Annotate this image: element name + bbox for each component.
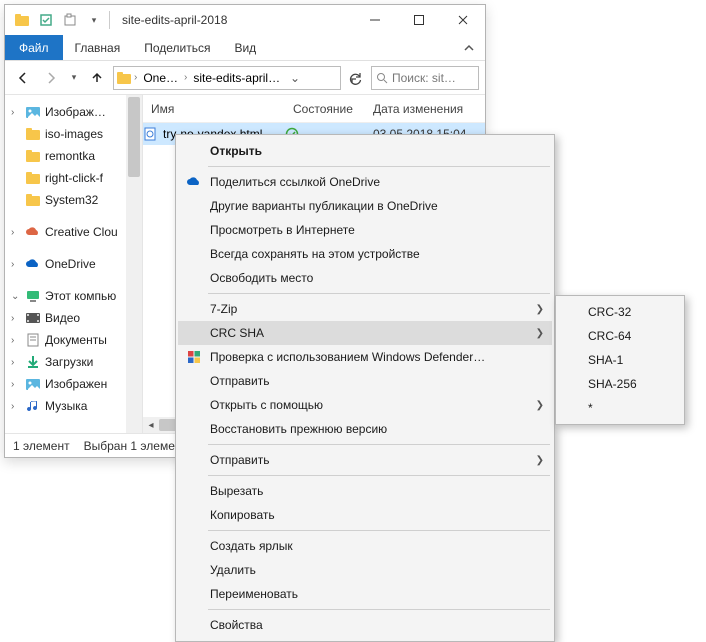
tree-item-pictures[interactable]: ›Изображен — [11, 373, 142, 395]
ctx-view-online[interactable]: Просмотреть в Интернете — [178, 218, 552, 242]
column-headers: Имя Состояние Дата изменения — [143, 95, 485, 123]
chevron-right-icon[interactable]: › — [134, 72, 137, 83]
col-date[interactable]: Дата изменения — [365, 102, 485, 116]
chevron-right-icon: ❯ — [536, 400, 544, 411]
close-button[interactable] — [441, 5, 485, 35]
chevron-right-icon: ❯ — [536, 455, 544, 466]
item-count: 1 элемент — [13, 439, 70, 453]
tree-item-downloads[interactable]: ›Загрузки — [11, 351, 142, 373]
back-button[interactable] — [11, 66, 35, 90]
address-dropdown-icon[interactable]: ⌄ — [286, 71, 304, 85]
ctx-share-onedrive[interactable]: Поделиться ссылкой OneDrive — [178, 170, 552, 194]
tab-view[interactable]: Вид — [222, 35, 268, 60]
address-box[interactable]: › One… › site-edits-april… ⌄ — [113, 66, 341, 90]
tree-item-onedrive[interactable]: ›OneDrive — [11, 253, 142, 275]
ctx-open-with[interactable]: Открыть с помощью❯ — [178, 393, 552, 417]
html-file-icon — [143, 127, 161, 141]
collapse-ribbon-icon[interactable] — [453, 35, 485, 60]
qat-dropdown-icon[interactable]: ▾ — [83, 9, 105, 31]
selection-info: Выбран 1 элемен — [84, 439, 182, 453]
submenu-crc32[interactable]: CRC-32 — [558, 300, 682, 324]
search-icon — [376, 72, 388, 84]
scroll-left-icon[interactable]: ◂ — [143, 420, 159, 431]
ctx-7zip[interactable]: 7-Zip❯ — [178, 297, 552, 321]
tree-item-pictures[interactable]: ›Изображ… — [11, 101, 142, 123]
ctx-more-onedrive[interactable]: Другие варианты публикации в OneDrive — [178, 194, 552, 218]
up-button[interactable] — [85, 66, 109, 90]
tree-item-folder[interactable]: remontka — [11, 145, 142, 167]
minimize-button[interactable] — [353, 5, 397, 35]
col-state[interactable]: Состояние — [285, 102, 365, 116]
maximize-button[interactable] — [397, 5, 441, 35]
submenu-sha1[interactable]: SHA-1 — [558, 348, 682, 372]
refresh-button[interactable] — [345, 67, 367, 89]
submenu-crc64[interactable]: CRC-64 — [558, 324, 682, 348]
ctx-rename[interactable]: Переименовать — [178, 582, 552, 606]
ctx-create-shortcut[interactable]: Создать ярлык — [178, 534, 552, 558]
address-bar: ▾ › One… › site-edits-april… ⌄ Поиск: si… — [5, 61, 485, 95]
tab-home[interactable]: Главная — [63, 35, 133, 60]
folder-icon — [11, 9, 33, 31]
ctx-cut[interactable]: Вырезать — [178, 479, 552, 503]
forward-button[interactable] — [39, 66, 63, 90]
crc-sha-submenu: CRC-32 CRC-64 SHA-1 SHA-256 * — [555, 295, 685, 425]
tree-scrollbar[interactable] — [126, 95, 142, 433]
ctx-free-space[interactable]: Освободить место — [178, 266, 552, 290]
window-title: site-edits-april-2018 — [122, 13, 353, 27]
shield-icon — [182, 349, 206, 365]
tree-item-folder[interactable]: iso-images — [11, 123, 142, 145]
tab-share[interactable]: Поделиться — [132, 35, 222, 60]
history-dropdown[interactable]: ▾ — [67, 66, 81, 90]
chevron-right-icon: ❯ — [536, 304, 544, 315]
col-name[interactable]: Имя — [143, 102, 285, 116]
ctx-restore-prev[interactable]: Восстановить прежнюю версию — [178, 417, 552, 441]
ctx-delete[interactable]: Удалить — [178, 558, 552, 582]
search-input[interactable]: Поиск: sit… — [371, 66, 479, 90]
nav-tree: ›Изображ… iso-images remontka right-clic… — [5, 95, 143, 433]
file-tab[interactable]: Файл — [5, 35, 63, 60]
submenu-sha256[interactable]: SHA-256 — [558, 372, 682, 396]
breadcrumb[interactable]: site-edits-april… — [189, 71, 284, 85]
chevron-right-icon: ❯ — [536, 328, 544, 339]
tree-item-this-pc[interactable]: ⌄Этот компью — [11, 285, 142, 307]
ctx-crc-sha[interactable]: CRC SHA❯ — [178, 321, 552, 345]
tree-item-folder[interactable]: System32 — [11, 189, 142, 211]
ctx-copy[interactable]: Копировать — [178, 503, 552, 527]
tree-item-creative-cloud[interactable]: ›Creative Clou — [11, 221, 142, 243]
qat-properties-icon[interactable] — [35, 9, 57, 31]
context-menu: Открыть Поделиться ссылкой OneDrive Друг… — [175, 134, 555, 642]
folder-icon — [116, 70, 132, 86]
ribbon: Файл Главная Поделиться Вид — [5, 35, 485, 61]
tree-item-videos[interactable]: ›Видео — [11, 307, 142, 329]
onedrive-icon — [182, 174, 206, 190]
ctx-defender[interactable]: Проверка с использованием Windows Defend… — [178, 345, 552, 369]
breadcrumb[interactable]: One… — [139, 71, 182, 85]
search-placeholder: Поиск: sit… — [392, 71, 456, 85]
qat-new-folder-icon[interactable] — [59, 9, 81, 31]
ctx-send-to[interactable]: Отправить❯ — [178, 448, 552, 472]
chevron-right-icon[interactable]: › — [184, 72, 187, 83]
ctx-send[interactable]: Отправить — [178, 369, 552, 393]
submenu-all[interactable]: * — [558, 396, 682, 420]
ctx-open[interactable]: Открыть — [178, 139, 552, 163]
tree-item-documents[interactable]: ›Документы — [11, 329, 142, 351]
tree-item-music[interactable]: ›Музыка — [11, 395, 142, 417]
ctx-always-keep[interactable]: Всегда сохранять на этом устройстве — [178, 242, 552, 266]
titlebar: ▾ site-edits-april-2018 — [5, 5, 485, 35]
ctx-properties[interactable]: Свойства — [178, 613, 552, 637]
tree-item-folder[interactable]: right-click-f — [11, 167, 142, 189]
